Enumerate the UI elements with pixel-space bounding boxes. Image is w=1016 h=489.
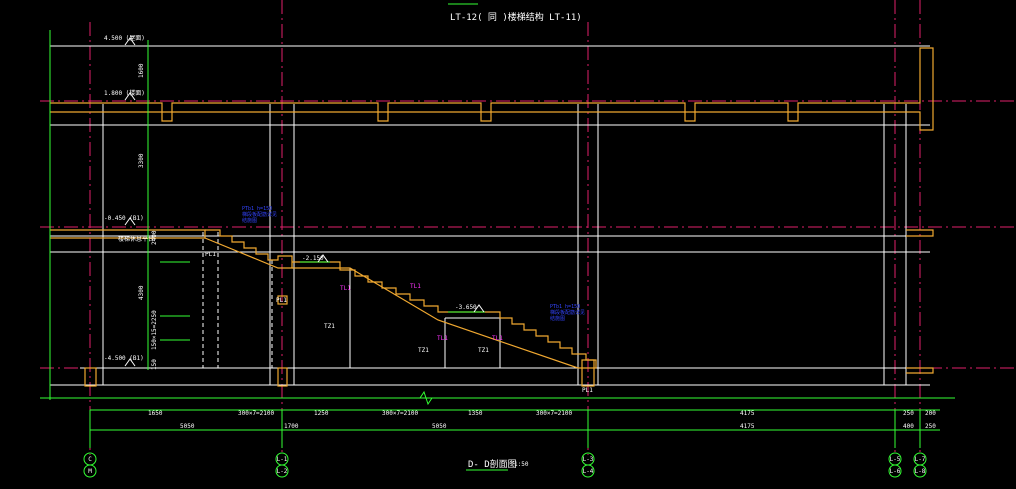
dim-row1-7: 4175 [740, 410, 755, 417]
small-label-6: PL1 [582, 387, 593, 394]
small-label-4: PL1 [205, 251, 216, 258]
axis-label-l1: L-1 [277, 456, 288, 463]
drawing-title: LT-12( 同 )楼梯结构 LT-11) [450, 11, 582, 23]
stair-note-left-2: 梯段板配筋详见 [242, 211, 277, 218]
member-tag-1: TL1 [340, 285, 351, 292]
dim-row1-5: 1350 [468, 410, 483, 417]
dim-row1-4: 300×7=2100 [382, 410, 419, 417]
axis-grid-lines [40, 0, 1016, 455]
left-dim-3: 2400 [151, 230, 158, 245]
axis-sub-l5: L-6 [890, 468, 901, 475]
dim-row1-2: 300×7=2100 [238, 410, 275, 417]
dim-row2-3: 5050 [432, 423, 447, 430]
stair-note-right-3: 结施图 [550, 315, 565, 322]
section-scale: 1:50 [514, 461, 529, 468]
left-dim-5: 150×15=2250 [151, 310, 158, 350]
platform-level-2: -3.650 [455, 304, 477, 311]
small-label-5: PL1 [276, 297, 287, 304]
member-tag-4: TL1 [492, 335, 503, 342]
axis-sub-l1: L-2 [277, 468, 288, 475]
axis-label-l5: L-5 [890, 456, 901, 463]
left-dim-4: 4300 [138, 285, 145, 300]
level-label-floor: 1.800 (楼面) [104, 89, 145, 97]
axis-label-l3: L-3 [583, 456, 594, 463]
top-slab [50, 47, 934, 131]
dim-row2-1: 5050 [180, 423, 195, 430]
dim-row1-1: 1650 [148, 410, 163, 417]
left-dim-6: 150 [151, 359, 158, 370]
small-label-1: TZ1 [324, 323, 335, 330]
level-label-mid: -0.450 (B1) [104, 215, 144, 222]
small-label-2: TZ1 [418, 347, 429, 354]
dim-row2-6: 250 [925, 423, 936, 430]
level-label-landing: 楼梯休息平台 [118, 235, 154, 243]
left-dim-1: 1600 [138, 63, 145, 78]
cad-drawing-canvas: LT-12( 同 )楼梯结构 LT-11) 4.500 (屋面) 1.800 (… [40, 0, 1016, 478]
axis-sub-l3: L-4 [583, 468, 594, 475]
dim-row1-6: 300×7=2100 [536, 410, 573, 417]
member-tag-3: TL1 [437, 335, 448, 342]
dim-row1-8: 250 [903, 410, 914, 417]
axis-label-l7: L-7 [915, 456, 926, 463]
dim-row2-2: 1700 [284, 423, 299, 430]
frame-lines [50, 45, 930, 386]
dim-row2-4: 4175 [740, 423, 755, 430]
dim-row1-9: 200 [925, 410, 936, 417]
section-title: D- D剖面图 [468, 458, 517, 470]
axis-sub-l7: L-8 [915, 468, 926, 475]
stair-note-left-3: 结施图 [242, 217, 257, 224]
level-label-roof: 4.500 (屋面) [104, 35, 145, 42]
left-dim-2: 3300 [138, 153, 145, 168]
member-tag-2: TL1 [410, 283, 421, 290]
level-label-base: -4.500 (B1) [104, 355, 144, 362]
axis-label-c: C [88, 456, 92, 463]
small-label-3: TZ1 [478, 347, 489, 354]
dim-row2-5: 400 [903, 423, 914, 430]
level-markers [124, 37, 485, 367]
dim-row1-3: 1250 [314, 410, 329, 417]
stair-note-right-2: 梯段板配筋详见 [550, 309, 585, 316]
platform-level-1: -2.150 [302, 255, 324, 262]
axis-sub-c: M [88, 468, 92, 475]
